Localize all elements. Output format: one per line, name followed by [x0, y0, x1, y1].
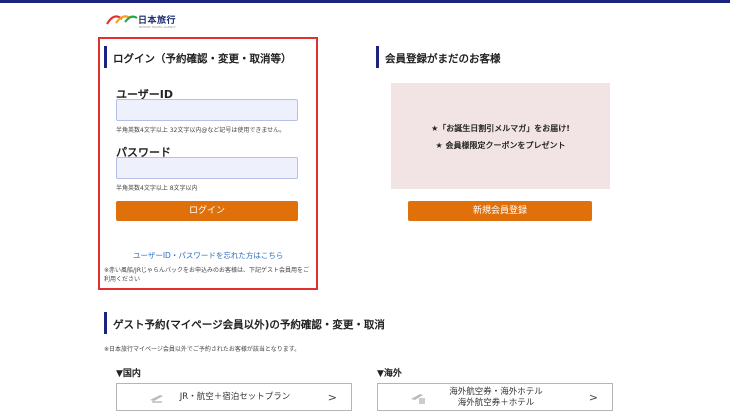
overseas-option-button[interactable]: 海外航空券・海外ホテル 海外航空券＋ホテル >	[377, 383, 613, 411]
logo-mark-icon	[106, 15, 138, 25]
logo[interactable]: 日本旅行 NIPPON TRAVEL AGENCY	[106, 10, 186, 32]
chevron-right-icon: >	[588, 391, 598, 404]
promo-line-birthday: ★「お誕生日割引メルマガ」をお届け!	[431, 124, 570, 133]
overseas-option-label-1: 海外航空券・海外ホテル	[449, 387, 543, 397]
login-note: ※赤い風船/JRじゃらんパックをお申込みのお客様は、下記ゲスト会員用をご利用くだ…	[104, 267, 309, 283]
domestic-label: ▼国内	[116, 369, 141, 379]
register-title-bar	[376, 46, 379, 68]
forgot-credentials-link[interactable]: ユーザーID・パスワードを忘れた方はこちら	[133, 250, 283, 261]
guest-title: ゲスト予約(マイページ会員以外)の予約確認・変更・取消	[113, 319, 385, 331]
domestic-option-button[interactable]: JR・航空＋宿泊セットプラン >	[116, 383, 352, 411]
chevron-right-icon: >	[327, 391, 337, 404]
login-title-bar	[104, 46, 107, 68]
overseas-label: ▼海外	[377, 369, 402, 379]
user-id-hint: 半角英数4文字以上 32文字以内@など記号は使用できません。	[116, 127, 286, 134]
password-hint: 半角英数4文字以上 8文字以内	[116, 185, 198, 192]
logo-subtitle: NIPPON TRAVEL AGENCY	[139, 25, 176, 29]
login-button[interactable]: ログイン	[116, 201, 298, 221]
top-border	[0, 0, 730, 3]
guest-title-bar	[104, 312, 107, 334]
domestic-option-label: JR・航空＋宿泊セットプラン	[179, 392, 291, 402]
user-id-input[interactable]	[116, 99, 298, 121]
promo-box: ★「お誕生日割引メルマガ」をお届け! ★ 会員様限定クーポンをプレゼント	[391, 83, 610, 189]
promo-line-coupon: ★ 会員様限定クーポンをプレゼント	[435, 141, 566, 150]
overseas-option-label-2: 海外航空券＋ホテル	[457, 398, 535, 408]
login-title: ログイン（予約確認・変更・取消等）	[113, 53, 292, 65]
register-title: 会員登録がまだのお客様	[385, 53, 501, 65]
register-button[interactable]: 新規会員登録	[408, 201, 592, 221]
password-input[interactable]	[116, 157, 298, 179]
guest-note: ※日本旅行マイページ会員以外でご予約されたお客様が該当となります。	[104, 346, 301, 353]
